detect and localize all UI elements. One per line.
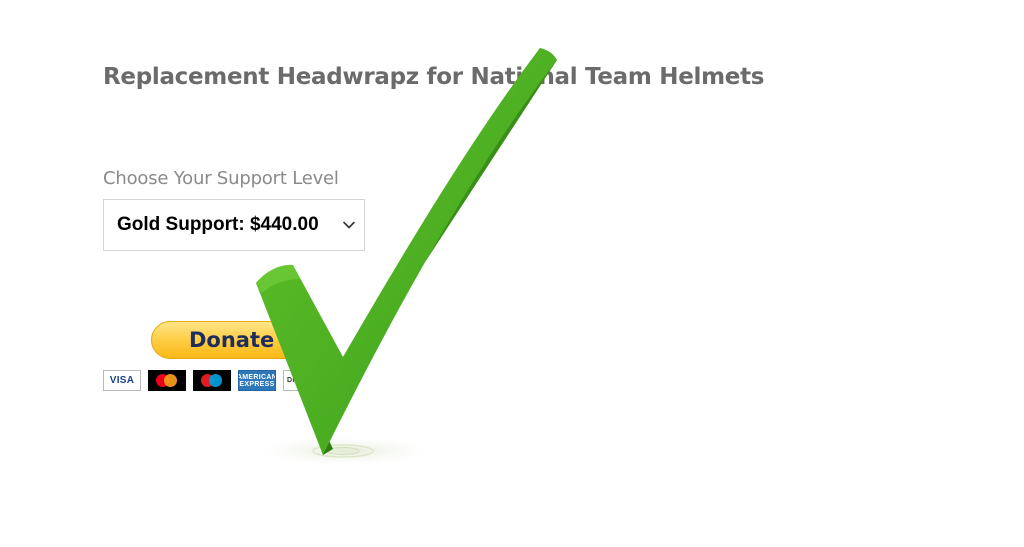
- discover-card-icon: DISC: [283, 370, 321, 391]
- maestro-card-icon: [193, 370, 231, 391]
- support-level-select[interactable]: Gold Support: $440.00: [103, 199, 365, 251]
- discover-card-label: DISC: [287, 377, 305, 384]
- product-page: Replacement Headwrapz for National Team …: [0, 0, 1024, 547]
- donate-button[interactable]: Donate: [151, 321, 321, 359]
- mastercard-card-icon: [148, 370, 186, 391]
- amex-card-icon: AMERICAN EXPRESS: [238, 370, 276, 391]
- support-level-value: Gold Support: $440.00: [117, 214, 319, 235]
- support-level-label: Choose Your Support Level: [103, 168, 339, 189]
- payment-card-list: VISA AMERICAN EXPRESS DISC: [103, 370, 321, 392]
- visa-card-icon: VISA: [103, 370, 141, 391]
- amex-card-label: AMERICAN EXPRESS: [238, 373, 276, 388]
- visa-card-label: VISA: [109, 375, 135, 386]
- page-title: Replacement Headwrapz for National Team …: [103, 64, 765, 90]
- chevron-down-icon: [343, 221, 355, 229]
